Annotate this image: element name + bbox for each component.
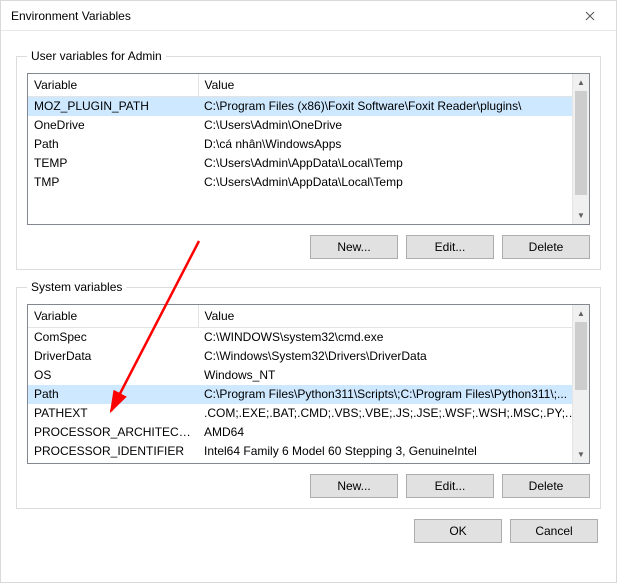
variable-cell: Path [28, 385, 198, 404]
system-delete-button[interactable]: Delete [502, 474, 590, 498]
value-cell: Intel64 Family 6 Model 60 Stepping 3, Ge… [198, 442, 589, 461]
variable-cell: PROCESSOR_ARCHITECTURE [28, 423, 198, 442]
value-cell: C:\WINDOWS\system32\cmd.exe [198, 328, 589, 347]
value-cell: C:\Windows\System32\Drivers\DriverData [198, 347, 589, 366]
system-variables-legend: System variables [27, 280, 126, 294]
table-row[interactable]: MOZ_PLUGIN_PATHC:\Program Files (x86)\Fo… [28, 97, 589, 116]
value-cell: C:\Program Files\Python311\Scripts\;C:\P… [198, 385, 589, 404]
variable-cell: OneDrive [28, 116, 198, 135]
chevron-up-icon[interactable]: ▲ [573, 305, 589, 322]
system-new-button[interactable]: New... [310, 474, 398, 498]
close-icon[interactable] [570, 2, 610, 30]
value-cell: C:\Users\Admin\AppData\Local\Temp [198, 173, 589, 192]
variable-cell: PATHEXT [28, 404, 198, 423]
variable-cell: PROCESSOR_IDENTIFIER [28, 442, 198, 461]
value-cell: Windows_NT [198, 366, 589, 385]
user-delete-button[interactable]: Delete [502, 235, 590, 259]
table-row[interactable]: PathD:\cá nhân\WindowsApps [28, 135, 589, 154]
value-cell: C:\Program Files (x86)\Foxit Software\Fo… [198, 97, 589, 116]
variable-cell: ComSpec [28, 328, 198, 347]
user-edit-button[interactable]: Edit... [406, 235, 494, 259]
dialog-footer: OK Cancel [16, 511, 601, 543]
cancel-button[interactable]: Cancel [510, 519, 598, 543]
environment-variables-dialog: Environment Variables User variables for… [0, 0, 617, 583]
system-edit-button[interactable]: Edit... [406, 474, 494, 498]
table-row[interactable]: TEMPC:\Users\Admin\AppData\Local\Temp [28, 154, 589, 173]
chevron-down-icon[interactable]: ▼ [573, 446, 589, 463]
window-title: Environment Variables [11, 9, 570, 23]
table-row[interactable]: TMPC:\Users\Admin\AppData\Local\Temp [28, 173, 589, 192]
user-new-button[interactable]: New... [310, 235, 398, 259]
user-variables-legend: User variables for Admin [27, 49, 166, 63]
variable-cell: TEMP [28, 154, 198, 173]
table-row[interactable]: PATHEXT.COM;.EXE;.BAT;.CMD;.VBS;.VBE;.JS… [28, 404, 589, 423]
user-col-value[interactable]: Value [198, 74, 589, 97]
value-cell: AMD64 [198, 423, 589, 442]
variable-cell: OS [28, 366, 198, 385]
dialog-body: User variables for Admin Variable Value … [1, 31, 616, 582]
variable-cell: TMP [28, 173, 198, 192]
system-variables-table[interactable]: Variable Value ComSpecC:\WINDOWS\system3… [27, 304, 590, 464]
system-col-value[interactable]: Value [198, 305, 589, 328]
variable-cell: MOZ_PLUGIN_PATH [28, 97, 198, 116]
variable-cell: Path [28, 135, 198, 154]
titlebar: Environment Variables [1, 1, 616, 31]
table-row[interactable]: DriverDataC:\Windows\System32\Drivers\Dr… [28, 347, 589, 366]
table-row[interactable]: PROCESSOR_ARCHITECTUREAMD64 [28, 423, 589, 442]
user-variables-group: User variables for Admin Variable Value … [16, 49, 601, 270]
chevron-down-icon[interactable]: ▼ [573, 207, 589, 224]
table-row[interactable]: ComSpecC:\WINDOWS\system32\cmd.exe [28, 328, 589, 347]
chevron-up-icon[interactable]: ▲ [573, 74, 589, 91]
system-scrollbar[interactable]: ▲ ▼ [572, 305, 589, 463]
variable-cell: DriverData [28, 347, 198, 366]
value-cell: C:\Users\Admin\AppData\Local\Temp [198, 154, 589, 173]
user-scrollbar[interactable]: ▲ ▼ [572, 74, 589, 224]
value-cell: C:\Users\Admin\OneDrive [198, 116, 589, 135]
user-variables-table[interactable]: Variable Value MOZ_PLUGIN_PATHC:\Program… [27, 73, 590, 225]
system-col-variable[interactable]: Variable [28, 305, 198, 328]
user-buttons-row: New... Edit... Delete [27, 235, 590, 259]
table-row[interactable]: PROCESSOR_IDENTIFIERIntel64 Family 6 Mod… [28, 442, 589, 461]
system-buttons-row: New... Edit... Delete [27, 474, 590, 498]
ok-button[interactable]: OK [414, 519, 502, 543]
table-row[interactable]: PathC:\Program Files\Python311\Scripts\;… [28, 385, 589, 404]
value-cell: .COM;.EXE;.BAT;.CMD;.VBS;.VBE;.JS;.JSE;.… [198, 404, 589, 423]
user-col-variable[interactable]: Variable [28, 74, 198, 97]
table-row[interactable]: OSWindows_NT [28, 366, 589, 385]
table-row[interactable]: OneDriveC:\Users\Admin\OneDrive [28, 116, 589, 135]
value-cell: D:\cá nhân\WindowsApps [198, 135, 589, 154]
system-variables-group: System variables Variable Value ComSpecC… [16, 280, 601, 509]
